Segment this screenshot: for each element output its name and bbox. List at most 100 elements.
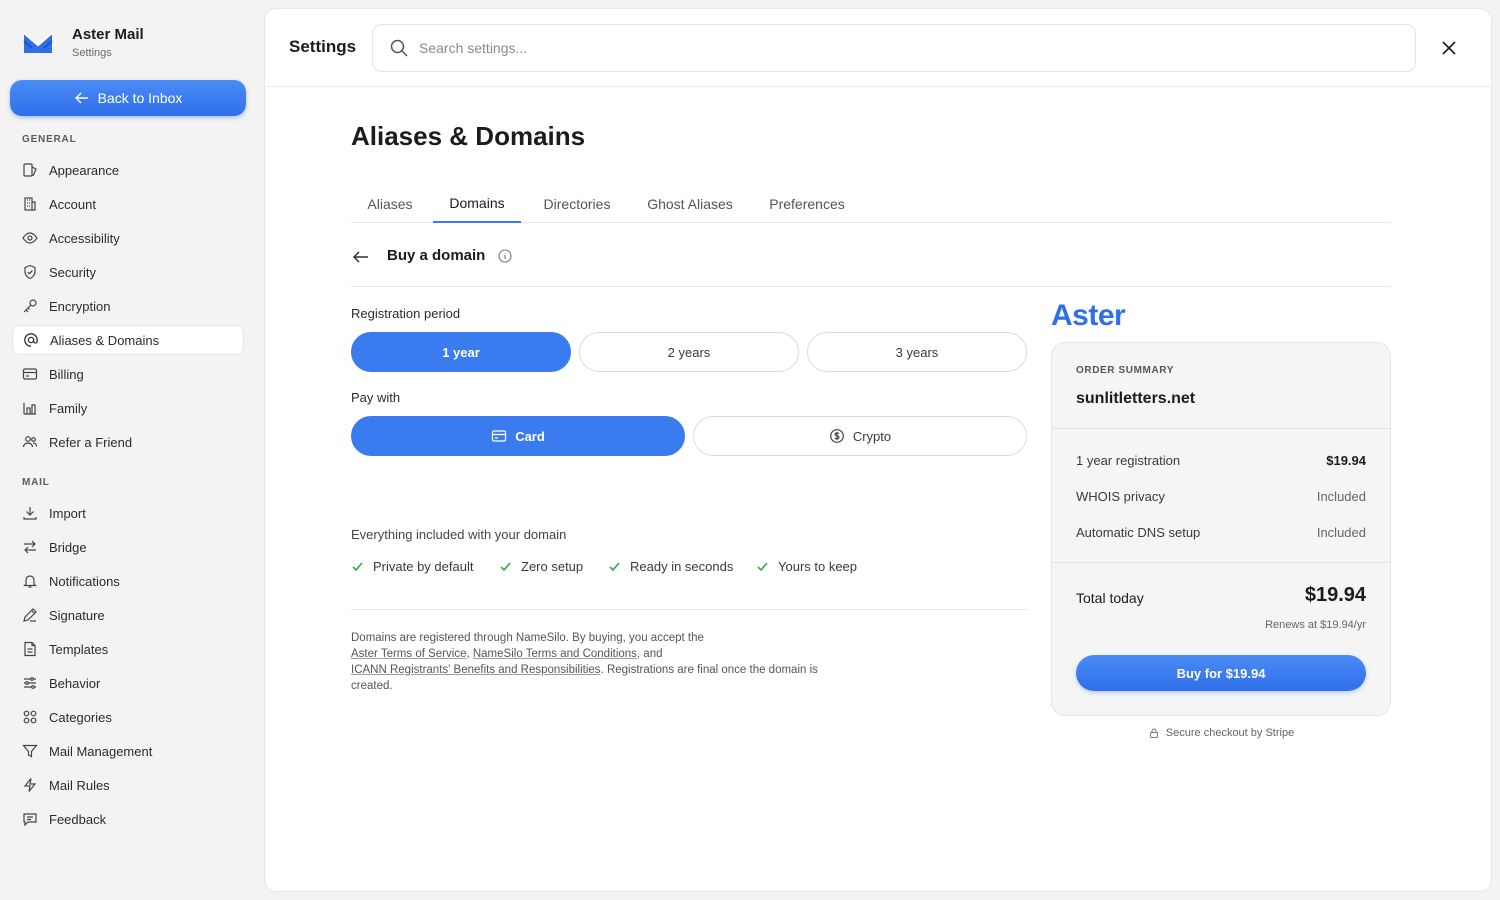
sidebar-item-behavior[interactable]: Behavior — [12, 668, 244, 698]
sidebar-item-label: Security — [49, 264, 96, 280]
bell-icon — [23, 575, 37, 588]
back-to-inbox-label: Back to Inbox — [97, 90, 183, 106]
sidebar-item-notifications[interactable]: Notifications — [12, 566, 244, 596]
at-icon — [24, 333, 38, 347]
summary-row-value: $19.94 — [1326, 453, 1366, 468]
sidebar-item-label: Notifications — [49, 573, 120, 589]
total-value: $19.94 — [1304, 584, 1366, 606]
secure-checkout-text: Secure checkout by Stripe — [1165, 727, 1295, 739]
icann-link[interactable]: ICANN Registrants' Benefits and Responsi… — [351, 664, 601, 676]
brand-subtitle: Settings — [72, 47, 112, 59]
tab-aliases[interactable]: Aliases — [351, 185, 429, 223]
tab-bar: Aliases Domains Directories Ghost Aliase… — [351, 185, 1391, 223]
sidebar-item-signature[interactable]: Signature — [12, 600, 244, 630]
download-icon — [23, 507, 37, 520]
sidebar-item-encryption[interactable]: Encryption — [12, 291, 244, 321]
sidebar-item-refer-a-friend[interactable]: Refer a Friend — [12, 427, 244, 457]
filter-icon — [22, 744, 38, 758]
summary-row: 1 year registration $19.94 — [1076, 453, 1366, 468]
tab-domains[interactable]: Domains — [433, 185, 521, 223]
sidebar-item-mail-management[interactable]: Mail Management — [12, 736, 244, 766]
topbar-title: Settings — [289, 37, 357, 56]
message-icon — [23, 813, 37, 827]
total-label: Total today — [1076, 590, 1144, 606]
aster-logo: Aster — [1051, 299, 1126, 332]
namesilo-terms-link[interactable]: NameSilo Terms and Conditions — [473, 648, 637, 660]
bolt-icon — [23, 778, 37, 792]
card-icon — [22, 368, 38, 380]
summary-row-label: 1 year registration — [1076, 453, 1181, 468]
sidebar-item-aliases-domains[interactable]: Aliases & Domains — [12, 325, 244, 355]
info-icon[interactable] — [498, 249, 512, 263]
check-icon — [757, 562, 768, 572]
registration-period-label: Registration period — [351, 306, 461, 321]
sidebar-item-label: Categories — [49, 709, 112, 725]
search-box[interactable] — [372, 24, 1416, 72]
back-to-inbox-button[interactable]: Back to Inbox — [10, 80, 246, 116]
summary-divider — [1052, 562, 1390, 563]
feature-label: Ready in seconds — [630, 559, 734, 574]
pay-card-button[interactable]: Card — [351, 416, 685, 456]
search-icon — [390, 39, 408, 57]
buy-button[interactable]: Buy for $19.94 — [1076, 655, 1366, 691]
order-summary: ORDER SUMMARY sunlitletters.net 1 year r… — [1051, 342, 1391, 716]
tab-preferences[interactable]: Preferences — [751, 185, 863, 223]
sidebar-item-label: Account — [49, 196, 96, 212]
legal-sep: , and — [636, 648, 663, 660]
aster-mail-logo-icon — [23, 31, 53, 53]
lock-icon — [1149, 728, 1158, 738]
sidebar-item-bridge[interactable]: Bridge — [12, 532, 244, 562]
tab-ghost-aliases[interactable]: Ghost Aliases — [633, 185, 747, 223]
document-icon — [24, 641, 36, 657]
sidebar-item-account[interactable]: Account — [12, 189, 244, 219]
search-input[interactable] — [419, 40, 1319, 56]
sidebar-item-label: Behavior — [49, 675, 101, 691]
aster-terms-link[interactable]: Aster Terms of Service — [351, 648, 466, 660]
check-icon — [500, 562, 511, 572]
key-icon — [23, 299, 37, 313]
period-2-years-button[interactable]: 2 years — [579, 332, 799, 372]
arrow-left-icon — [74, 92, 88, 104]
sidebar-item-categories[interactable]: Categories — [12, 702, 244, 732]
legal-intro: Domains are registered through NameSilo.… — [351, 632, 704, 644]
close-button[interactable] — [1439, 38, 1459, 58]
sidebar-item-label: Mail Management — [49, 743, 153, 759]
feature-item: Yours to keep — [756, 559, 857, 574]
sidebar-item-label: Mail Rules — [49, 777, 110, 793]
pay-crypto-button[interactable]: Crypto — [693, 416, 1027, 456]
sidebar-item-feedback[interactable]: Feedback — [12, 804, 244, 834]
sliders-icon — [24, 677, 36, 689]
card-icon — [492, 430, 507, 442]
included-title: Everything included with your domain — [351, 527, 567, 542]
summary-row-label: Automatic DNS setup — [1076, 525, 1201, 540]
sidebar-item-label: Feedback — [49, 811, 107, 827]
tab-directories[interactable]: Directories — [525, 185, 629, 223]
sidebar-item-templates[interactable]: Templates — [12, 634, 244, 664]
summary-header: ORDER SUMMARY sunlitletters.net — [1052, 343, 1390, 429]
summary-label: ORDER SUMMARY — [1076, 365, 1174, 376]
pay-crypto-label: Crypto — [852, 428, 892, 444]
sidebar-item-label: Aliases & Domains — [50, 332, 160, 348]
family-icon — [23, 403, 36, 415]
sidebar-item-accessibility[interactable]: Accessibility — [12, 223, 244, 253]
sidebar-item-family[interactable]: Family — [12, 393, 244, 423]
summary-row: Automatic DNS setup Included — [1076, 525, 1366, 540]
feature-label: Zero setup — [521, 559, 584, 574]
sidebar-item-label: Refer a Friend — [49, 434, 133, 450]
divider — [351, 609, 1027, 610]
topbar: Settings — [265, 9, 1491, 87]
sidebar-item-import[interactable]: Import — [12, 498, 244, 528]
sidebar-item-appearance[interactable]: Appearance — [12, 155, 244, 185]
sidebar-item-label: Encryption — [49, 298, 111, 314]
subhead-title: Buy a domain — [387, 247, 486, 264]
period-3-years-button[interactable]: 3 years — [807, 332, 1027, 372]
back-arrow-icon[interactable] — [351, 247, 371, 267]
sidebar-item-security[interactable]: Security — [12, 257, 244, 287]
sidebar-item-mail-rules[interactable]: Mail Rules — [12, 770, 244, 800]
sidebar-item-billing[interactable]: Billing — [12, 359, 244, 389]
sidebar-item-label: Appearance — [49, 162, 120, 178]
feature-item: Ready in seconds — [608, 559, 733, 574]
sidebar-item-label: Bridge — [49, 539, 87, 555]
period-1-year-button[interactable]: 1 year — [351, 332, 571, 372]
close-icon — [1442, 41, 1456, 55]
